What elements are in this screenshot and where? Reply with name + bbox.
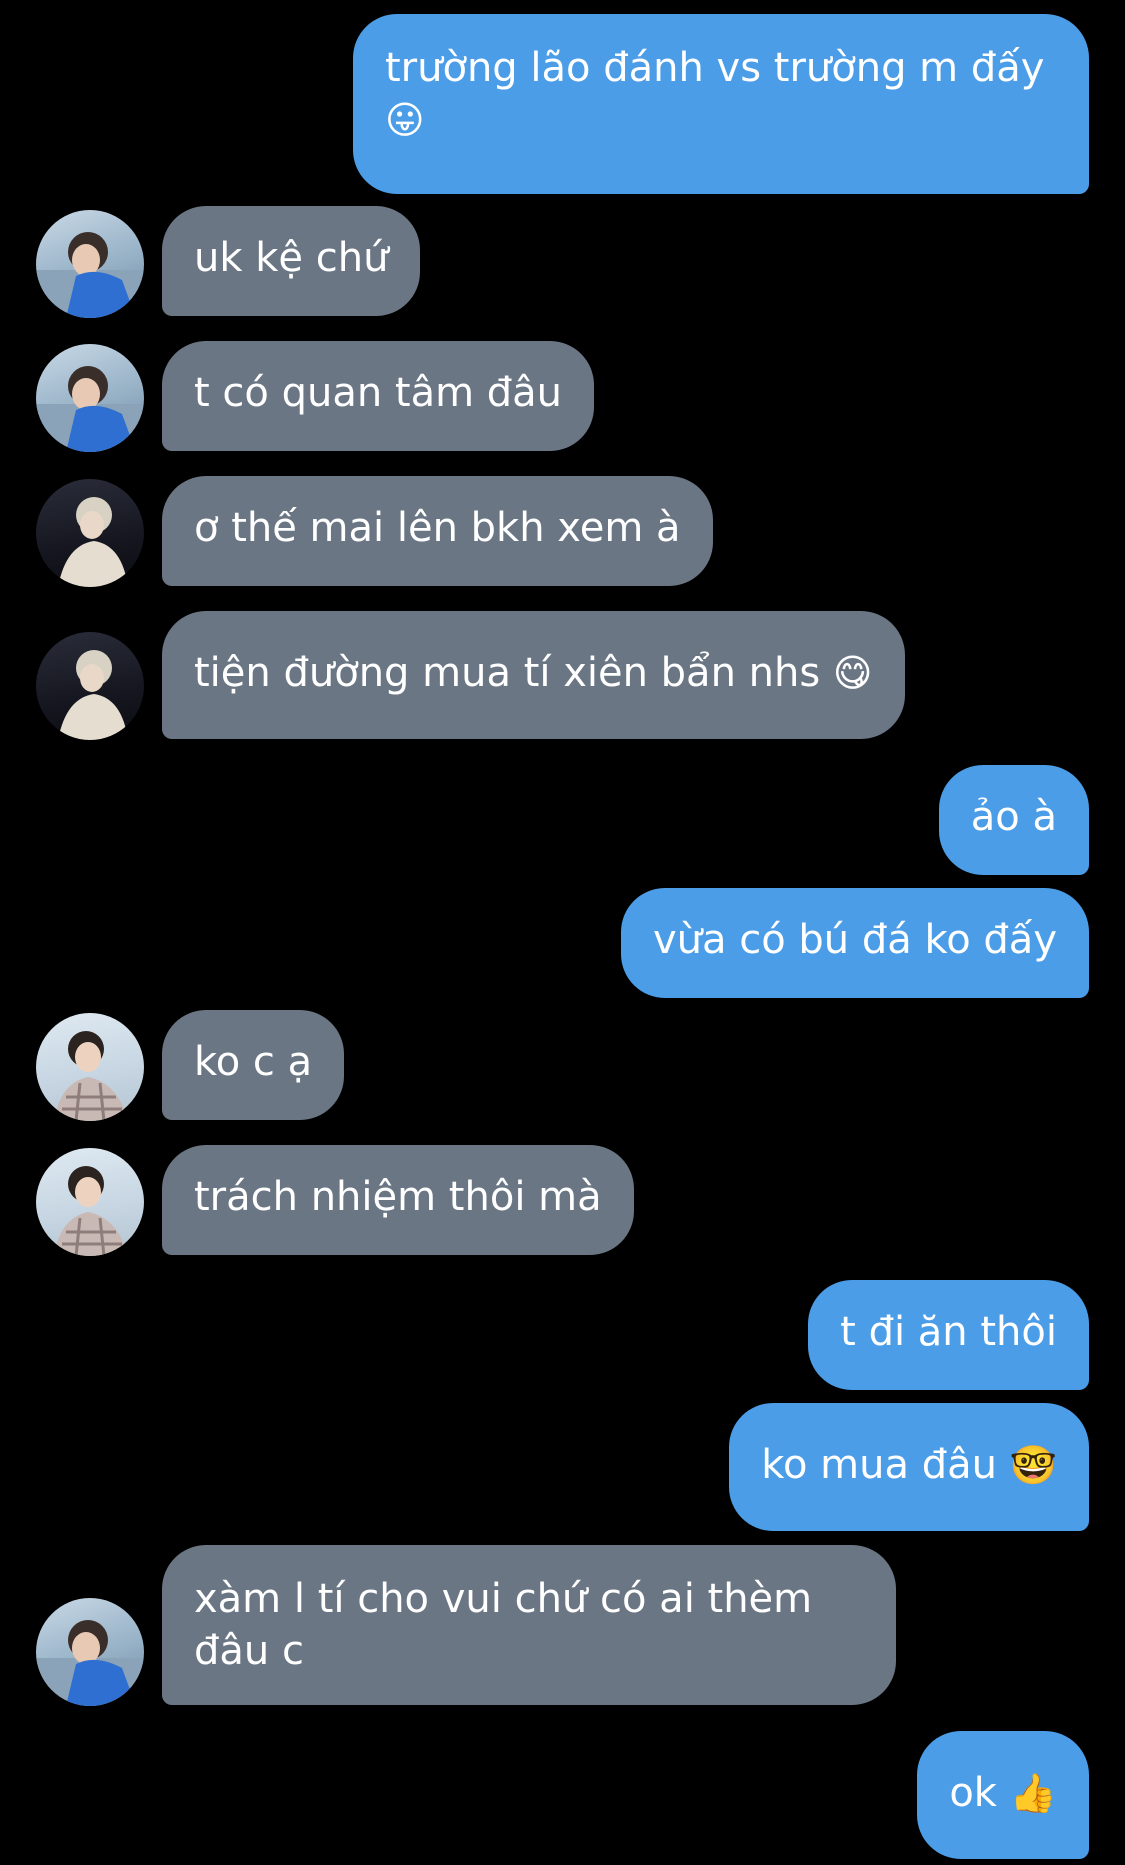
message-bubble-received[interactable]: ko c ạ bbox=[162, 1010, 345, 1120]
avatar[interactable] bbox=[36, 344, 144, 452]
message-text: ok bbox=[949, 1770, 997, 1816]
message-text: vừa có bú đá ko đấy bbox=[652, 917, 1057, 963]
avatar-blond-night-icon bbox=[58, 650, 128, 740]
avatar-boy-blue-shirt-icon bbox=[36, 1620, 144, 1706]
message-text: t có quan tâm đâu bbox=[194, 370, 563, 416]
message-bubble-received[interactable]: t có quan tâm đâu bbox=[162, 341, 595, 451]
avatar[interactable] bbox=[36, 479, 144, 587]
message-bubble-received[interactable]: tiện đường mua tí xiên bẩn nhs 😋 bbox=[162, 611, 905, 739]
message-bubble-sent[interactable]: vừa có bú đá ko đấy bbox=[620, 888, 1089, 998]
message-bubble-sent[interactable]: t đi ăn thôi bbox=[808, 1280, 1089, 1390]
avatar[interactable] bbox=[36, 1013, 144, 1121]
message-text: ko c ạ bbox=[194, 1039, 313, 1085]
message-text: ơ thế mai lên bkh xem à bbox=[194, 505, 681, 551]
message-text: tiện đường mua tí xiên bẩn nhs bbox=[194, 650, 821, 696]
avatar[interactable] bbox=[36, 1148, 144, 1256]
avatar-boy-blue-shirt-icon bbox=[36, 366, 144, 452]
thumbs-up-emoji-icon: 👍 bbox=[1009, 1771, 1057, 1815]
message-text: ko mua đâu bbox=[761, 1442, 997, 1488]
message-text: t đi ăn thôi bbox=[840, 1309, 1057, 1355]
avatar-blond-night-icon bbox=[58, 497, 128, 587]
message-bubble-sent[interactable]: ảo à bbox=[938, 765, 1089, 875]
avatar[interactable] bbox=[36, 210, 144, 318]
message-text: uk kệ chứ bbox=[194, 235, 389, 281]
message-bubble-received[interactable]: ơ thế mai lên bkh xem à bbox=[162, 476, 713, 586]
message-bubble-sent[interactable]: ok 👍 bbox=[917, 1731, 1089, 1859]
message-bubble-sent[interactable]: ko mua đâu 🤓 bbox=[729, 1403, 1089, 1531]
avatar-boy-plaid-icon bbox=[54, 1166, 128, 1256]
message-text: trách nhiệm thôi mà bbox=[194, 1174, 602, 1220]
message-text: ảo à bbox=[970, 794, 1057, 840]
message-text: trường lão đánh vs trường m đấy bbox=[385, 45, 1045, 91]
message-bubble-received[interactable]: uk kệ chứ bbox=[162, 206, 421, 316]
avatar-boy-blue-shirt-icon bbox=[36, 232, 144, 318]
avatar[interactable] bbox=[36, 1598, 144, 1706]
yum-face-emoji-icon: 😋 bbox=[832, 651, 873, 695]
avatar-boy-plaid-icon bbox=[54, 1031, 128, 1121]
message-bubble-received[interactable]: xàm l tí cho vui chứ có ai thèm đâu c bbox=[162, 1545, 896, 1705]
nerd-face-emoji-icon: 🤓 bbox=[1009, 1443, 1057, 1487]
chat-thread: trường lão đánh vs trường m đấy 😛 uk kệ … bbox=[0, 0, 1125, 1865]
avatar[interactable] bbox=[36, 632, 144, 740]
message-text: xàm l tí cho vui chứ có ai thèm đâu c bbox=[194, 1576, 813, 1674]
tongue-out-emoji-icon: 😛 bbox=[385, 98, 425, 142]
message-bubble-received[interactable]: trách nhiệm thôi mà bbox=[162, 1145, 634, 1255]
message-bubble-sent[interactable]: trường lão đánh vs trường m đấy 😛 bbox=[353, 14, 1089, 194]
